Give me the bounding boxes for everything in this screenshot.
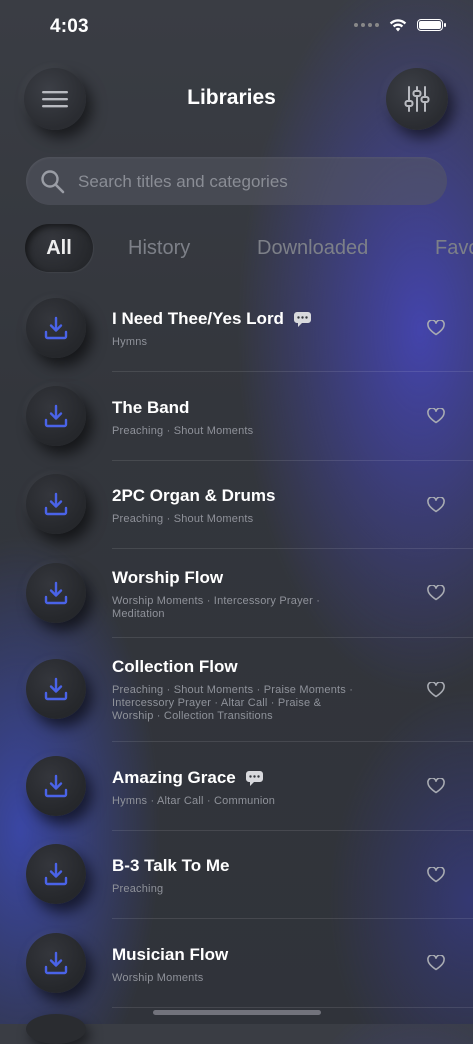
heart-icon[interactable] bbox=[427, 497, 445, 513]
item-categories: Hymns bbox=[112, 336, 148, 348]
comment-icon bbox=[293, 311, 311, 327]
item-categories: Preaching · Shout Moments bbox=[112, 425, 254, 437]
download-button[interactable] bbox=[26, 756, 86, 816]
battery-icon bbox=[417, 19, 446, 31]
item-title-row: Musician Flow bbox=[112, 945, 228, 965]
download-icon bbox=[44, 774, 68, 798]
comment-icon bbox=[245, 770, 263, 786]
item-categories: Preaching · Shout Moments bbox=[112, 513, 254, 525]
download-icon bbox=[44, 581, 68, 605]
download-icon bbox=[44, 316, 68, 340]
item-title: Amazing Grace bbox=[112, 768, 236, 787]
heart-icon[interactable] bbox=[427, 585, 445, 601]
item-title: 2PC Organ & Drums bbox=[112, 486, 276, 505]
divider bbox=[112, 637, 473, 638]
item-title-row: The Band bbox=[112, 398, 189, 418]
tab-bar: All History Downloaded Favo bbox=[0, 224, 473, 274]
sliders-icon bbox=[404, 86, 430, 112]
status-time: 4:03 bbox=[50, 16, 89, 37]
item-title: Musician Flow bbox=[112, 945, 229, 964]
divider bbox=[112, 741, 473, 742]
item-title-row: Amazing Grace bbox=[112, 768, 264, 788]
download-icon bbox=[44, 951, 68, 975]
search-input[interactable] bbox=[76, 157, 440, 207]
download-button[interactable] bbox=[26, 386, 86, 446]
item-title-row: Collection Flow bbox=[112, 657, 238, 677]
divider bbox=[112, 548, 473, 549]
item-categories: Preaching · Shout Moments · Praise Momen… bbox=[112, 684, 354, 722]
download-icon bbox=[44, 404, 68, 428]
divider bbox=[112, 1007, 473, 1008]
download-button[interactable] bbox=[26, 659, 86, 719]
item-categories: Preaching bbox=[112, 883, 164, 895]
tab-favorites[interactable]: Favo bbox=[435, 224, 473, 272]
item-title: Worship Flow bbox=[112, 568, 224, 587]
download-button[interactable] bbox=[26, 298, 86, 358]
download-button[interactable] bbox=[26, 563, 86, 623]
divider bbox=[112, 460, 473, 461]
heart-icon[interactable] bbox=[427, 408, 445, 424]
item-title: I Need Thee/Yes Lord bbox=[112, 309, 284, 328]
item-title-row: B-3 Talk To Me bbox=[112, 856, 229, 876]
download-button[interactable] bbox=[26, 474, 86, 534]
heart-icon[interactable] bbox=[427, 955, 445, 971]
divider bbox=[112, 918, 473, 919]
item-categories: Hymns · Altar Call · Communion bbox=[112, 795, 276, 807]
signal-icon bbox=[354, 23, 379, 27]
download-button[interactable] bbox=[26, 933, 86, 993]
heart-icon[interactable] bbox=[427, 682, 445, 698]
next-item-peek bbox=[26, 1014, 86, 1044]
item-title-row: I Need Thee/Yes Lord bbox=[112, 309, 312, 329]
status-bar: 4:03 bbox=[0, 0, 473, 54]
item-title-row: 2PC Organ & Drums bbox=[112, 486, 275, 506]
search-icon bbox=[41, 170, 65, 194]
divider bbox=[112, 830, 473, 831]
item-title: B-3 Talk To Me bbox=[112, 856, 230, 875]
divider bbox=[112, 371, 473, 372]
download-icon bbox=[44, 492, 68, 516]
item-title: Collection Flow bbox=[112, 657, 238, 676]
tab-downloaded[interactable]: Downloaded bbox=[257, 224, 368, 272]
status-icons bbox=[354, 18, 446, 32]
item-categories: Worship Moments · Intercessory Prayer · … bbox=[112, 595, 321, 620]
download-icon bbox=[44, 862, 68, 886]
tab-history[interactable]: History bbox=[128, 224, 190, 272]
item-title-row: Worship Flow bbox=[112, 568, 223, 588]
search-bar[interactable] bbox=[26, 157, 447, 207]
heart-icon[interactable] bbox=[427, 867, 445, 883]
wifi-icon bbox=[389, 19, 407, 32]
heart-icon[interactable] bbox=[427, 320, 445, 336]
item-categories: Worship Moments bbox=[112, 972, 204, 984]
home-indicator[interactable] bbox=[153, 1010, 321, 1015]
heart-icon[interactable] bbox=[427, 778, 445, 794]
tab-all[interactable]: All bbox=[25, 224, 93, 272]
filter-button[interactable] bbox=[386, 68, 448, 130]
item-title: The Band bbox=[112, 398, 190, 417]
download-button[interactable] bbox=[26, 844, 86, 904]
download-icon bbox=[44, 677, 68, 701]
